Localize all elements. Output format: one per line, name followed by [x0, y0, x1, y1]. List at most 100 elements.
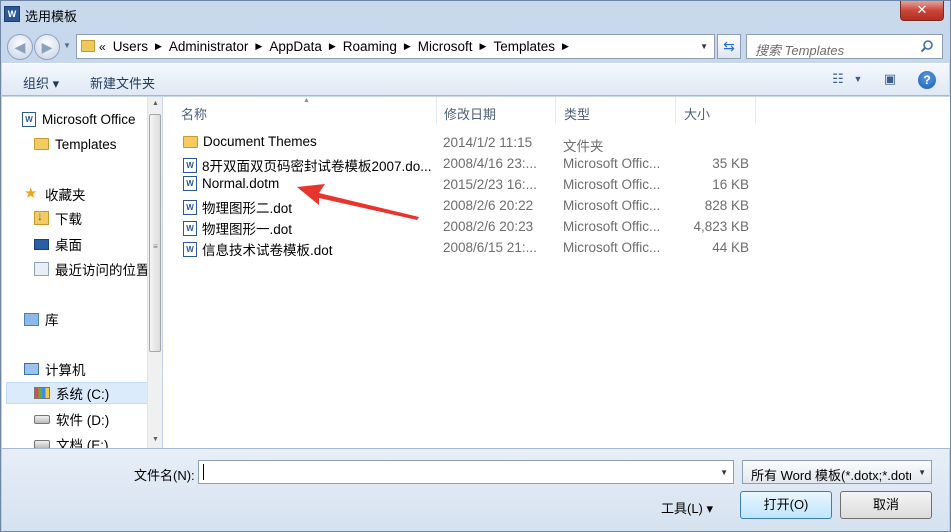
chevron-right-icon[interactable]: ▶: [562, 41, 569, 52]
view-options-icon[interactable]: ☷: [828, 71, 848, 89]
desktop-icon: [34, 238, 49, 250]
navigation-pane: W Microsoft Office Templates ★ 收藏夹 下载 桌面…: [2, 97, 162, 448]
column-size[interactable]: 大小: [676, 97, 756, 123]
sidebar-item-label: 计算机: [45, 363, 86, 378]
tools-button[interactable]: 工具(L) ▾: [661, 498, 713, 517]
open-button[interactable]: 打开(O): [740, 491, 832, 519]
scroll-up-icon[interactable]: ▲: [148, 97, 163, 111]
breadcrumb-appdata[interactable]: AppData: [269, 39, 322, 54]
breadcrumb-users[interactable]: Users: [113, 39, 148, 54]
sidebar-scrollbar[interactable]: ▲ ≡ ▼: [147, 97, 162, 448]
file-row[interactable]: W 物理图形一.dot 2008/2/6 20:23 Microsoft Offi…: [179, 216, 779, 237]
file-type: 文件夹: [563, 139, 604, 154]
file-name: 物理图形二.dot: [202, 201, 293, 216]
chevron-right-icon[interactable]: ▶: [404, 41, 411, 52]
dialog-window: W 选用模板 ✕ ◀ ▶ ▼ « Users ▶ Administrator ▶…: [0, 0, 951, 532]
sidebar-item-libraries[interactable]: 库: [24, 308, 161, 330]
drive-icon: [34, 439, 50, 448]
sidebar-item-label: Templates: [55, 136, 117, 152]
file-size: 35 KB: [712, 156, 749, 171]
word-doc-icon: W: [183, 241, 197, 257]
file-row[interactable]: Document Themes 2014/1/2 11:15 文件夹: [179, 132, 779, 154]
chevron-down-icon[interactable]: ▼: [918, 468, 926, 477]
file-name: 8开双面双页码密封试卷模板2007.do...: [202, 159, 432, 174]
title-bar: W 选用模板 ✕: [1, 1, 950, 29]
recent-places-icon: [34, 262, 49, 276]
breadcrumb-roaming[interactable]: Roaming: [343, 39, 397, 54]
help-icon[interactable]: ?: [918, 71, 936, 89]
search-icon[interactable]: [920, 39, 934, 53]
file-row[interactable]: W 信息技术试卷模板.dot 2008/6/15 21:... Microsoft…: [179, 237, 779, 258]
column-type[interactable]: 类型: [556, 97, 676, 123]
address-row: ◀ ▶ ▼ « Users ▶ Administrator ▶ AppData …: [1, 31, 950, 61]
chevron-right-icon[interactable]: ▶: [480, 41, 487, 52]
breadcrumb-overflow[interactable]: «: [99, 40, 106, 54]
file-name: Document Themes: [203, 134, 317, 149]
filename-field[interactable]: ▼: [198, 460, 734, 484]
file-date: 2015/2/23 16:...: [443, 177, 537, 192]
sidebar-item-downloads[interactable]: 下载: [34, 207, 161, 229]
computer-icon: [24, 363, 39, 375]
file-type: Microsoft Offic...: [563, 219, 661, 234]
file-row[interactable]: W 物理图形二.dot 2008/2/6 20:22 Microsoft Offi…: [179, 195, 779, 216]
breadcrumb-microsoft[interactable]: Microsoft: [418, 39, 473, 54]
column-header-row: ▲ 名称 修改日期 类型 大小: [163, 97, 950, 123]
sidebar-item-label: 桌面: [55, 238, 82, 253]
address-bar[interactable]: « Users ▶ Administrator ▶ AppData ▶ Roam…: [76, 34, 715, 59]
scroll-down-icon[interactable]: ▼: [148, 433, 163, 447]
chevron-down-icon[interactable]: ▼: [720, 468, 728, 477]
breadcrumb-administrator[interactable]: Administrator: [169, 39, 249, 54]
new-folder-button[interactable]: 新建文件夹: [90, 73, 155, 92]
cancel-button[interactable]: 取消: [840, 491, 932, 519]
chevron-right-icon[interactable]: ▶: [329, 41, 336, 52]
sidebar-item-label: 收藏夹: [45, 188, 86, 203]
sidebar-item-microsoft-office[interactable]: W Microsoft Office: [22, 108, 161, 130]
sidebar-item-label: 文档 (E:): [56, 438, 109, 448]
file-row[interactable]: W Normal.dotm 2015/2/23 16:... Microsoft …: [179, 174, 779, 195]
bottom-panel: 文件名(N): ▼ 所有 Word 模板(*.dotx;*.dotm ▼ 工具(…: [2, 448, 949, 531]
file-name: 信息技术试卷模板.dot: [202, 243, 333, 258]
file-date: 2008/2/6 20:23: [443, 219, 534, 234]
sidebar-item-recent-places[interactable]: 最近访问的位置: [34, 258, 161, 280]
download-folder-icon: [34, 209, 49, 225]
sidebar-item-label: 最近访问的位置: [55, 263, 150, 278]
chevron-right-icon[interactable]: ▶: [255, 41, 262, 52]
grip-icon: ≡: [153, 242, 158, 251]
recent-locations-dropdown[interactable]: ▼: [63, 41, 73, 53]
file-date: 2014/1/2 11:15: [443, 135, 533, 150]
filetype-value: 所有 Word 模板(*.dotx;*.dotm: [751, 468, 911, 483]
chevron-right-icon[interactable]: ▶: [155, 41, 162, 52]
sidebar-item-drive-d[interactable]: 软件 (D:): [34, 408, 161, 430]
close-button[interactable]: ✕: [900, 1, 944, 21]
search-input[interactable]: 搜索 Templates: [746, 34, 943, 59]
sidebar-item-label: Microsoft Office: [42, 111, 136, 127]
file-row[interactable]: W 8开双面双页码密封试卷模板2007.do... 2008/4/16 23:..…: [179, 153, 779, 174]
refresh-button[interactable]: ⇆: [717, 34, 741, 59]
sidebar-item-computer[interactable]: 计算机: [24, 358, 161, 380]
sidebar-item-drive-e[interactable]: 文档 (E:): [34, 433, 161, 448]
forward-arrow-icon: ▶: [41, 39, 53, 55]
chevron-down-icon[interactable]: ▼: [848, 74, 868, 92]
scrollbar-thumb[interactable]: ≡: [149, 114, 161, 352]
filetype-select[interactable]: 所有 Word 模板(*.dotx;*.dotm ▼: [742, 460, 932, 484]
file-list: ▲ 名称 修改日期 类型 大小 Document Themes 2014/1/2…: [163, 97, 950, 448]
file-date: 2008/4/16 23:...: [443, 156, 537, 171]
sidebar-item-label: 下载: [55, 212, 82, 227]
sidebar-item-favorites[interactable]: ★ 收藏夹: [24, 183, 161, 205]
file-size: 4,823 KB: [693, 219, 749, 234]
sidebar-item-templates[interactable]: Templates: [34, 133, 161, 155]
chevron-down-icon[interactable]: ▼: [700, 42, 708, 51]
word-doc-icon: W: [183, 199, 197, 215]
column-name[interactable]: 名称: [173, 97, 437, 123]
column-date[interactable]: 修改日期: [436, 97, 556, 123]
back-button[interactable]: ◀: [7, 34, 33, 60]
drive-icon: [34, 414, 50, 424]
file-type: Microsoft Offic...: [563, 198, 661, 213]
organize-button[interactable]: 组织 ▾: [23, 73, 59, 92]
sidebar-item-drive-c[interactable]: 系统 (C:): [6, 382, 151, 404]
breadcrumb-templates[interactable]: Templates: [493, 39, 555, 54]
window-title: 选用模板: [25, 9, 78, 24]
sidebar-item-desktop[interactable]: 桌面: [34, 233, 161, 255]
preview-pane-icon[interactable]: ▣: [880, 71, 900, 89]
forward-button[interactable]: ▶: [34, 34, 60, 60]
